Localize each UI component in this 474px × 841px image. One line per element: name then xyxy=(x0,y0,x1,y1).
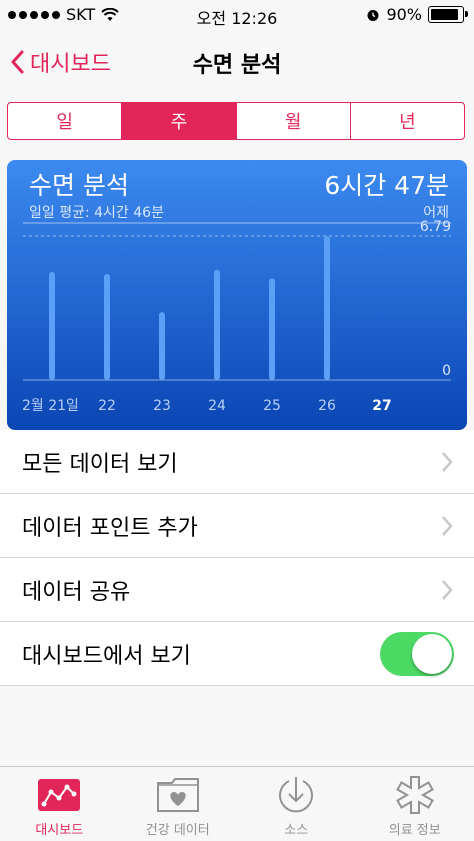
status-right: 90% xyxy=(366,5,468,24)
segment-year[interactable]: 년 xyxy=(351,103,464,139)
chevron-right-icon xyxy=(442,516,453,536)
tab-label: 대시보드 xyxy=(35,823,84,838)
navigation-bar: 대시보드 수면 분석 xyxy=(0,30,474,92)
chart-bar xyxy=(159,312,165,380)
chart-bar xyxy=(104,273,110,380)
list-item-show-on-dashboard: 대시보드에서 보기 xyxy=(0,622,474,686)
list-item-share-data[interactable]: 데이터 공유 xyxy=(0,558,474,622)
chart-bar xyxy=(324,236,330,380)
chart-x-tick-label: 2월 21일 xyxy=(22,398,79,414)
dashboard-icon xyxy=(38,779,81,811)
latest-value: 6시간 47분 xyxy=(324,171,449,200)
tab-medical-id[interactable]: 의료 정보 xyxy=(356,767,474,841)
chart-bar xyxy=(214,269,220,380)
chart-x-tick-label: 22 xyxy=(98,398,116,414)
tab-dashboard[interactable]: 대시보드 xyxy=(0,767,119,841)
tab-sources[interactable]: 소스 xyxy=(237,767,356,841)
toggle-knob xyxy=(412,634,452,674)
chart-x-tick-label: 25 xyxy=(263,398,281,414)
list-item-show-all-data[interactable]: 모든 데이터 보기 xyxy=(0,430,474,494)
latest-date-label: 어제 xyxy=(423,205,449,221)
tab-label: 의료 정보 xyxy=(388,823,441,838)
show-on-dashboard-toggle[interactable] xyxy=(380,632,454,676)
tab-bar: 대시보드 건강 데이터 소스 의료 정보 xyxy=(0,766,474,841)
period-segmented-control: 일 주 월 년 xyxy=(7,102,465,140)
medical-id-icon xyxy=(395,776,434,814)
tab-label: 소스 xyxy=(284,823,309,838)
segment-day[interactable]: 일 xyxy=(8,103,123,139)
options-list: 모든 데이터 보기 데이터 포인트 추가 데이터 공유 대시보드에서 보기 xyxy=(0,430,474,686)
chart-bar xyxy=(49,271,55,380)
list-item-label: 대시보드에서 보기 xyxy=(22,643,191,669)
health-data-folder-icon xyxy=(156,778,199,812)
chart-x-tick-label: 24 xyxy=(208,398,226,414)
chart-bar xyxy=(269,278,275,380)
chart-x-tick-label: 23 xyxy=(153,398,171,414)
card-title: 수면 분석 xyxy=(29,171,129,200)
list-item-label: 모든 데이터 보기 xyxy=(22,451,178,477)
chevron-right-icon xyxy=(442,580,453,600)
status-bar: SKT 오전 12:26 90% xyxy=(0,0,474,30)
chart-min-label: 0 xyxy=(442,363,451,379)
chart-x-tick-label: 27 xyxy=(372,398,391,414)
segment-week[interactable]: 주 xyxy=(122,103,237,139)
sleep-analysis-chart-card[interactable]: 6.79 0 2월 21일 22 23 24 25 26 27 수면 분석 일일 평균: 4시간… xyxy=(7,160,467,430)
battery-icon xyxy=(428,6,468,23)
daily-average-text: 일일 평균: 4시간 46분 xyxy=(29,205,164,221)
list-item-add-data-point[interactable]: 데이터 포인트 추가 xyxy=(0,494,474,558)
battery-percent: 90% xyxy=(386,5,422,24)
chevron-right-icon xyxy=(442,452,453,472)
list-item-label: 데이터 공유 xyxy=(22,579,131,605)
tab-label: 건강 데이터 xyxy=(145,823,210,838)
segment-month[interactable]: 월 xyxy=(237,103,351,139)
chart-x-tick-label: 26 xyxy=(318,398,336,414)
page-title: 수면 분석 xyxy=(192,53,282,78)
list-item-label: 데이터 포인트 추가 xyxy=(22,515,198,541)
sources-download-icon xyxy=(279,777,314,813)
alarm-clock-icon xyxy=(367,9,379,21)
tab-health-data[interactable]: 건강 데이터 xyxy=(119,767,238,841)
